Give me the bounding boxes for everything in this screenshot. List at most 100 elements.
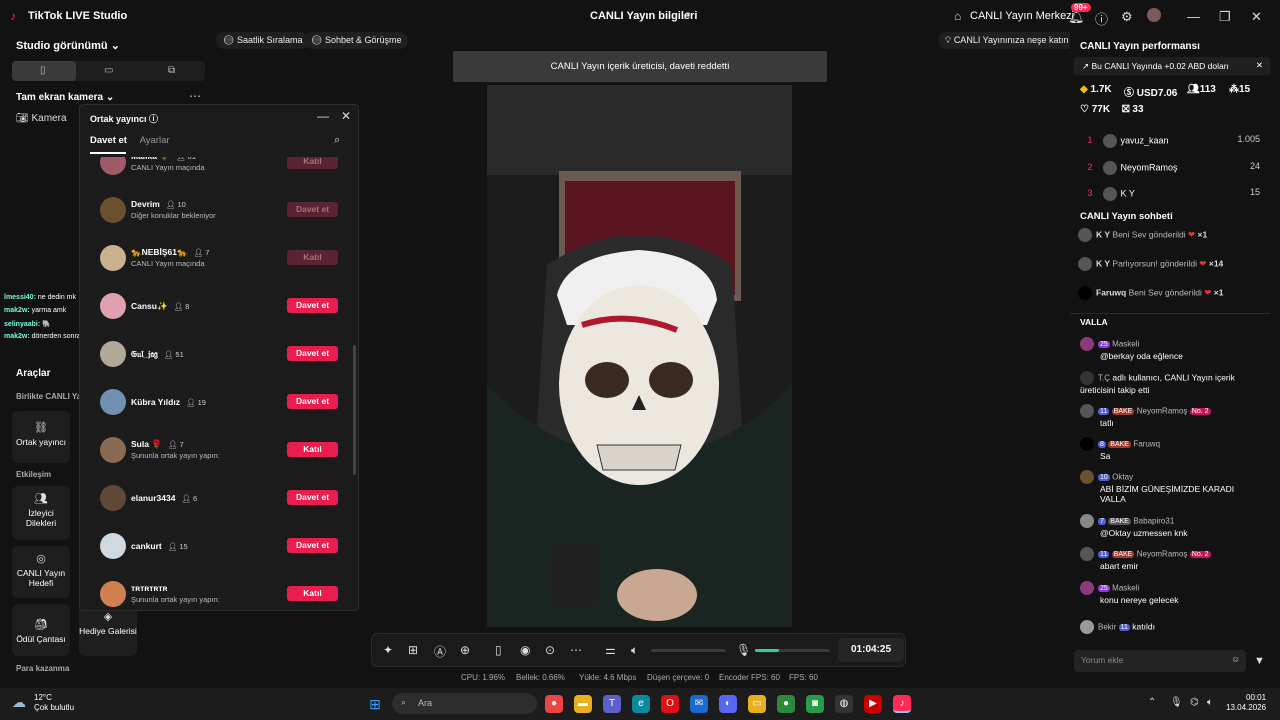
cohost-name: Devrim 👤︎ 10: [131, 199, 186, 209]
opera-icon[interactable]: O: [661, 695, 679, 713]
usd-metric: Ⓢ USD7.06: [1124, 88, 1178, 99]
weather-widget[interactable]: 12°C Çok bulutlu: [34, 693, 74, 713]
share-icon[interactable]: ↗: [682, 9, 691, 22]
cohost-status: Diğer konuklar bekleniyor: [131, 211, 216, 220]
settings-gear-icon[interactable]: ⚙: [1121, 9, 1133, 25]
clock[interactable]: 00:01 13.04.2026: [1226, 693, 1266, 713]
app-icon[interactable]: ◍: [835, 695, 853, 713]
join-button[interactable]: Katıl: [287, 250, 338, 265]
teams-icon[interactable]: T: [603, 695, 621, 713]
earnings-banner: ↗ Bu CANLI Yayında +0.02 ABD doları ✕: [1074, 57, 1270, 75]
discord-icon[interactable]: ◐: [719, 695, 737, 713]
search-icon: ⌕: [401, 697, 407, 707]
cohost-tool-button[interactable]: ⛓ Ortak yayıncı: [12, 411, 70, 463]
youtube-icon[interactable]: ▶: [864, 695, 882, 713]
tab-settings[interactable]: Ayarlar: [140, 135, 170, 146]
invite-button[interactable]: Davet et: [287, 298, 338, 313]
ranking-row[interactable]: 1 yavuz_kaan 1.005: [1080, 134, 1260, 148]
chrome-icon[interactable]: ●: [545, 695, 563, 713]
effects-icon[interactable]: ✦: [383, 643, 393, 657]
live-goal-button[interactable]: ◎ CANLI Yayın Hedefi: [12, 546, 70, 598]
close-icon[interactable]: ✕: [341, 109, 351, 123]
live-center-link[interactable]: CANLI Yayın Merkezi: [970, 10, 1074, 22]
add-source-icon[interactable]: ⊕: [460, 643, 470, 657]
avatar: [100, 581, 126, 607]
edge-icon[interactable]: e: [632, 695, 650, 713]
camera-switch-icon[interactable]: ⊙: [545, 643, 555, 657]
heart-gift-icon: ❤: [1199, 258, 1207, 269]
invite-button[interactable]: Davet et: [287, 394, 338, 409]
avatar[interactable]: [1147, 8, 1161, 22]
more-icon[interactable]: ⋯: [570, 643, 582, 657]
chrome-alt-icon[interactable]: ●: [777, 695, 795, 713]
explorer-icon[interactable]: ▬: [574, 695, 592, 713]
tray-chevron-icon[interactable]: ⌃: [1148, 697, 1156, 708]
invite-button[interactable]: Davet et: [287, 202, 338, 217]
reward-bag-button[interactable]: 🎒︎ Ödül Çantası: [12, 604, 70, 656]
viewer-requests-button[interactable]: 👥︎ İzleyici Dilekleri: [12, 486, 70, 540]
minimize-icon[interactable]: —: [1187, 9, 1200, 24]
ranking-row[interactable]: 3 K Y 15: [1080, 187, 1260, 201]
windows-start-icon[interactable]: ⊞: [366, 695, 384, 713]
audio-settings-icon[interactable]: ⚌: [605, 643, 616, 657]
search-icon[interactable]: ⌕: [334, 134, 340, 147]
scrollbar[interactable]: [353, 345, 356, 475]
mic-tray-icon[interactable]: 🎙︎: [1170, 697, 1183, 708]
invite-button[interactable]: Davet et: [287, 490, 338, 505]
camera-source[interactable]: 📷︎ Kamera: [16, 113, 67, 124]
landscape-icon[interactable]: ▭: [104, 65, 113, 76]
maximize-icon[interactable]: ❐: [1219, 9, 1231, 25]
mic-icon[interactable]: 🎙︎: [736, 643, 751, 657]
folder-icon[interactable]: ▭: [748, 695, 766, 713]
hourly-ranking-chip[interactable]: 🟡︎ Saatlik Sıralama: [216, 32, 310, 49]
record-icon[interactable]: ◉: [520, 643, 530, 657]
app-title: TikTok LIVE Studio: [28, 10, 128, 22]
invite-button[interactable]: Davet et: [287, 346, 338, 361]
portrait-icon[interactable]: ▯: [40, 65, 46, 76]
emoji-icon[interactable]: ☺: [1231, 654, 1240, 664]
friend-count: 👤︎ 19: [185, 398, 206, 407]
join-button[interactable]: Katıl: [287, 157, 338, 169]
home-icon[interactable]: ⌂: [954, 9, 961, 23]
follow-message: T.Ç adlı kullanıcı, CANLI Yayın içerik ü…: [1080, 371, 1235, 395]
tiktok-live-taskbar-icon[interactable]: ♪: [893, 695, 911, 713]
xbox-icon[interactable]: ◙: [806, 695, 824, 713]
dual-icon[interactable]: ⧉: [168, 65, 175, 76]
cohost-name: ᴛʀᴛʀᴛʀᴛʀ: [131, 583, 168, 593]
help-icon[interactable]: ⓘ: [1095, 9, 1108, 28]
scene-dropdown[interactable]: Tam ekran kamera ⌄: [16, 92, 114, 103]
speaker-volume-slider[interactable]: [651, 649, 726, 652]
invite-button[interactable]: Davet et: [287, 538, 338, 553]
volume-icon[interactable]: 🔈︎: [1207, 697, 1213, 708]
speaker-icon[interactable]: 🔈︎: [631, 643, 638, 658]
people-icon: 👥︎: [34, 493, 48, 505]
viewers-metric: 👥︎113: [1187, 84, 1216, 95]
mail-icon[interactable]: ✉: [690, 695, 708, 713]
camera-preview: [487, 85, 792, 627]
join-button[interactable]: Katıl: [287, 442, 338, 457]
joy-chip[interactable]: 💡︎ CANLI Yayınınıza neşe katın: [938, 32, 1076, 49]
network-icon[interactable]: ⌬: [1190, 697, 1199, 708]
cohost-row: Malika 🌹👤︎ 81CANLI Yayın maçında Katıl: [80, 157, 350, 187]
followers-metric: ⁂15: [1229, 84, 1251, 95]
taskbar-search[interactable]: ⌕ Ara: [392, 693, 537, 714]
join-button[interactable]: Katıl: [287, 586, 338, 601]
close-icon[interactable]: ✕: [1251, 9, 1262, 25]
gift-gallery-button[interactable]: ◈ Hediye Galerisi: [79, 604, 137, 656]
cohost-row: 𝔊𝔲𝔩_𝔧𝔞𝔤 👤︎ 51 Davet et: [80, 331, 350, 379]
phone-icon[interactable]: ▯: [495, 643, 502, 657]
filter-icon[interactable]: ▼: [1254, 655, 1265, 667]
comment-input[interactable]: Yorum ekle ☺: [1074, 650, 1246, 672]
close-icon[interactable]: ✕: [1256, 60, 1263, 71]
layout-icon[interactable]: ⊞: [408, 643, 418, 657]
minimize-icon[interactable]: —: [317, 109, 329, 123]
ranking-row[interactable]: 2 NeyomRamoş 24: [1080, 161, 1260, 175]
cpu-stat: CPU: 1.96%: [461, 673, 506, 682]
tab-invite[interactable]: Davet et: [90, 135, 127, 146]
heart-gift-icon: ❤: [1204, 287, 1212, 298]
ai-icon[interactable]: Ⓐ: [434, 643, 446, 660]
studio-view-dropdown[interactable]: Studio görünümü ⌄: [16, 39, 120, 52]
more-icon[interactable]: ⋯: [189, 89, 201, 103]
avatar: [100, 341, 126, 367]
chat-meet-chip[interactable]: 🟡︎ Sohbet & Görüşme: [304, 32, 409, 49]
